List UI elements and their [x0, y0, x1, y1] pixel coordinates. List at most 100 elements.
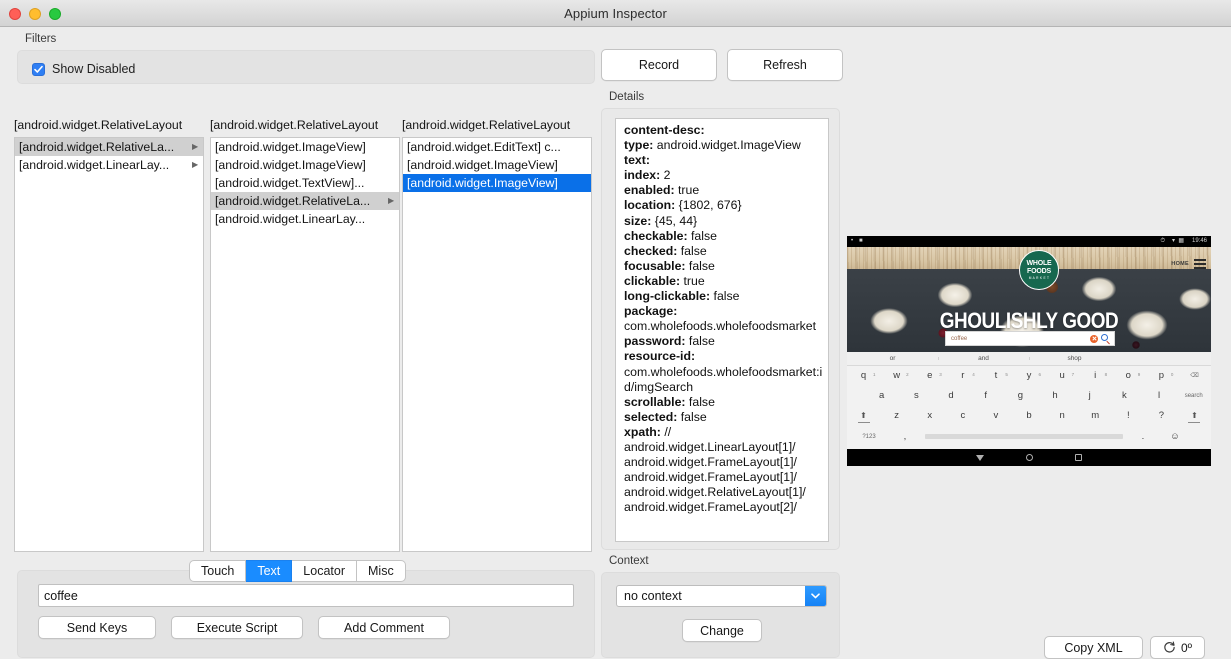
hamburger-menu-icon[interactable]	[1194, 259, 1206, 271]
disclosure-triangle-icon[interactable]: ▶	[388, 197, 397, 205]
device-keyboard[interactable]: 1q 2w 3e 4r 5t 6y 7u 8i 9o 0p ⌫ a s d f …	[847, 366, 1211, 449]
detail-key: selected:	[624, 409, 678, 424]
suggestion-item[interactable]: or	[847, 355, 938, 362]
key-j[interactable]: j	[1072, 386, 1107, 406]
key-w[interactable]: 2w	[880, 366, 913, 386]
hero-headline: GHOULISHLY GOOD	[939, 308, 1119, 333]
search-key[interactable]: search	[1176, 386, 1211, 406]
key-i[interactable]: 8i	[1079, 366, 1112, 386]
key-question[interactable]: ?	[1145, 406, 1178, 426]
details-scroll-area[interactable]: content-desc: type: android.widget.Image…	[615, 118, 829, 542]
disclosure-triangle-icon[interactable]: ▶	[192, 143, 201, 151]
suggestion-item[interactable]: shop	[1029, 355, 1120, 362]
key-b[interactable]: b	[1012, 406, 1045, 426]
emoji-key-icon[interactable]: ☺	[1157, 427, 1193, 447]
detail-value: //	[660, 424, 672, 439]
microphone-icon[interactable]	[1201, 355, 1205, 363]
tree-item[interactable]: [android.widget.ImageView]	[211, 156, 399, 174]
tree-item[interactable]: [android.widget.LinearLay...	[211, 210, 399, 228]
key-comma[interactable]: ,	[891, 427, 919, 447]
text-input[interactable]	[38, 584, 574, 607]
recents-nav-icon[interactable]	[1075, 454, 1082, 461]
backspace-icon[interactable]: ⌫	[1178, 366, 1211, 386]
tab-touch[interactable]: Touch	[189, 560, 247, 582]
device-screenshot[interactable]: • ■ ⏱ ▾ ▦ 19:46 WHOLE FOODS M A R K E T …	[847, 236, 1211, 466]
maximize-window-button[interactable]	[49, 7, 61, 20]
key-p[interactable]: 0p	[1145, 366, 1178, 386]
close-window-button[interactable]	[9, 7, 21, 20]
keyboard-row-2: a s d f g h j k l search	[847, 386, 1211, 406]
detail-row: type: android.widget.ImageView	[624, 138, 823, 153]
disclosure-triangle-icon[interactable]: ▶	[192, 161, 201, 169]
device-search-field[interactable]: coffee	[945, 331, 1115, 346]
space-key[interactable]	[925, 434, 1123, 439]
key-k[interactable]: k	[1107, 386, 1142, 406]
key-f[interactable]: f	[968, 386, 1003, 406]
tree-item[interactable]: [android.widget.EditText] c...	[403, 138, 591, 156]
rotate-button[interactable]: 0º	[1150, 636, 1205, 659]
context-select[interactable]: no context	[616, 585, 827, 607]
chevron-down-icon[interactable]	[804, 586, 826, 606]
key-c[interactable]: c	[946, 406, 979, 426]
tree-item[interactable]: [android.widget.ImageView]	[211, 138, 399, 156]
home-nav-icon[interactable]	[1026, 454, 1033, 461]
key-o[interactable]: 9o	[1112, 366, 1145, 386]
detail-row: android.widget.FrameLayout[1]/	[624, 470, 823, 485]
tree-column-2-list[interactable]: [android.widget.ImageView] [android.widg…	[210, 137, 400, 552]
detail-value: android.widget.LinearLayout[1]/	[624, 439, 796, 454]
key-u[interactable]: 7u	[1046, 366, 1079, 386]
key-x[interactable]: x	[913, 406, 946, 426]
clear-search-icon[interactable]	[1090, 334, 1098, 343]
key-v[interactable]: v	[979, 406, 1012, 426]
tab-misc[interactable]: Misc	[357, 560, 406, 582]
key-l[interactable]: l	[1142, 386, 1177, 406]
send-keys-button[interactable]: Send Keys	[38, 616, 156, 639]
key-y[interactable]: 6y	[1012, 366, 1045, 386]
key-label: u	[1059, 370, 1065, 381]
key-d[interactable]: d	[934, 386, 969, 406]
key-s[interactable]: s	[899, 386, 934, 406]
show-disabled-checkbox[interactable]	[32, 62, 45, 76]
rotation-label: 0º	[1180, 640, 1193, 655]
tree-item[interactable]: [android.widget.LinearLay... ▶	[15, 156, 203, 174]
tab-locator[interactable]: Locator	[292, 560, 357, 582]
key-r[interactable]: 4r	[946, 366, 979, 386]
shift-key-icon-right[interactable]: ⬆	[1178, 406, 1211, 426]
key-a[interactable]: a	[864, 386, 899, 406]
key-period[interactable]: .	[1129, 427, 1157, 447]
window-controls[interactable]	[9, 0, 61, 27]
key-n[interactable]: n	[1046, 406, 1079, 426]
tree-item[interactable]: [android.widget.TextView]...	[211, 174, 399, 192]
tab-text[interactable]: Text	[246, 560, 293, 582]
symbols-key[interactable]: ?123	[847, 427, 891, 447]
key-m[interactable]: m	[1079, 406, 1112, 426]
suggestion-item[interactable]: and	[938, 355, 1029, 362]
record-button[interactable]: Record	[601, 49, 717, 81]
keyboard-row-3: ⬆ z x c v b n m ! ? ⬆	[847, 406, 1211, 426]
execute-script-button[interactable]: Execute Script	[171, 616, 303, 639]
tree-column-1-list[interactable]: [android.widget.RelativeLa... ▶ [android…	[14, 137, 204, 552]
key-h[interactable]: h	[1038, 386, 1073, 406]
tree-item[interactable]: [android.widget.ImageView]	[403, 156, 591, 174]
back-nav-icon[interactable]	[976, 454, 984, 461]
search-icon[interactable]	[1101, 334, 1110, 345]
key-q[interactable]: 1q	[847, 366, 880, 386]
key-t[interactable]: 5t	[979, 366, 1012, 386]
show-disabled-checkbox-row[interactable]: Show Disabled	[32, 62, 135, 76]
tree-item[interactable]: [android.widget.RelativeLa... ▶	[211, 192, 399, 210]
refresh-button[interactable]: Refresh	[727, 49, 843, 81]
context-select-value: no context	[624, 589, 682, 603]
tree-item-selected[interactable]: [android.widget.ImageView]	[403, 174, 591, 192]
key-e[interactable]: 3e	[913, 366, 946, 386]
key-exclamation[interactable]: !	[1112, 406, 1145, 426]
device-home-link[interactable]: HOME	[1171, 261, 1189, 267]
minimize-window-button[interactable]	[29, 7, 41, 20]
tree-column-3-list[interactable]: [android.widget.EditText] c... [android.…	[402, 137, 592, 552]
shift-key-icon[interactable]: ⬆	[847, 406, 880, 426]
add-comment-button[interactable]: Add Comment	[318, 616, 450, 639]
key-g[interactable]: g	[1003, 386, 1038, 406]
copy-xml-button[interactable]: Copy XML	[1044, 636, 1143, 659]
key-z[interactable]: z	[880, 406, 913, 426]
tree-item[interactable]: [android.widget.RelativeLa... ▶	[15, 138, 203, 156]
change-context-button[interactable]: Change	[682, 619, 762, 642]
